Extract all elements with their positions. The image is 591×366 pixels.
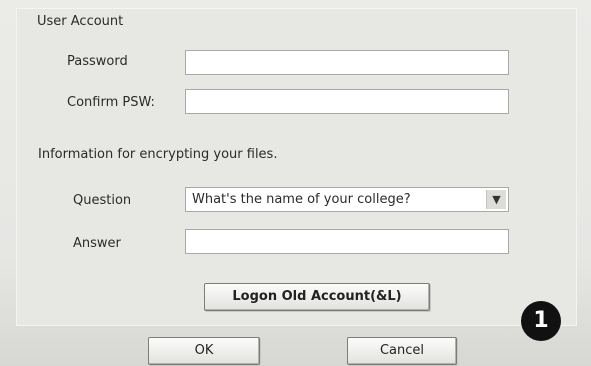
question-selected-value: What's the name of your college? [192, 192, 411, 207]
question-label: Question [73, 193, 132, 208]
annotation-number-badge: 1 [521, 301, 561, 341]
answer-field[interactable] [185, 229, 509, 254]
ok-button[interactable]: OK [148, 337, 260, 365]
password-field[interactable] [185, 50, 509, 75]
confirm-password-field[interactable] [185, 89, 509, 114]
confirm-password-label: Confirm PSW: [67, 95, 155, 110]
answer-label: Answer [73, 236, 121, 251]
encryption-info-text: Information for encrypting your files. [38, 147, 278, 162]
user-account-dialog: User Account Password Confirm PSW: Infor… [0, 0, 591, 366]
chevron-down-icon[interactable]: ▼ [486, 190, 506, 209]
question-select[interactable]: What's the name of your college? ▼ [185, 187, 509, 212]
cancel-button[interactable]: Cancel [347, 337, 457, 365]
password-label: Password [67, 54, 128, 69]
logon-old-account-button[interactable]: Logon Old Account(&L) [204, 283, 430, 311]
section-title: User Account [37, 14, 124, 29]
